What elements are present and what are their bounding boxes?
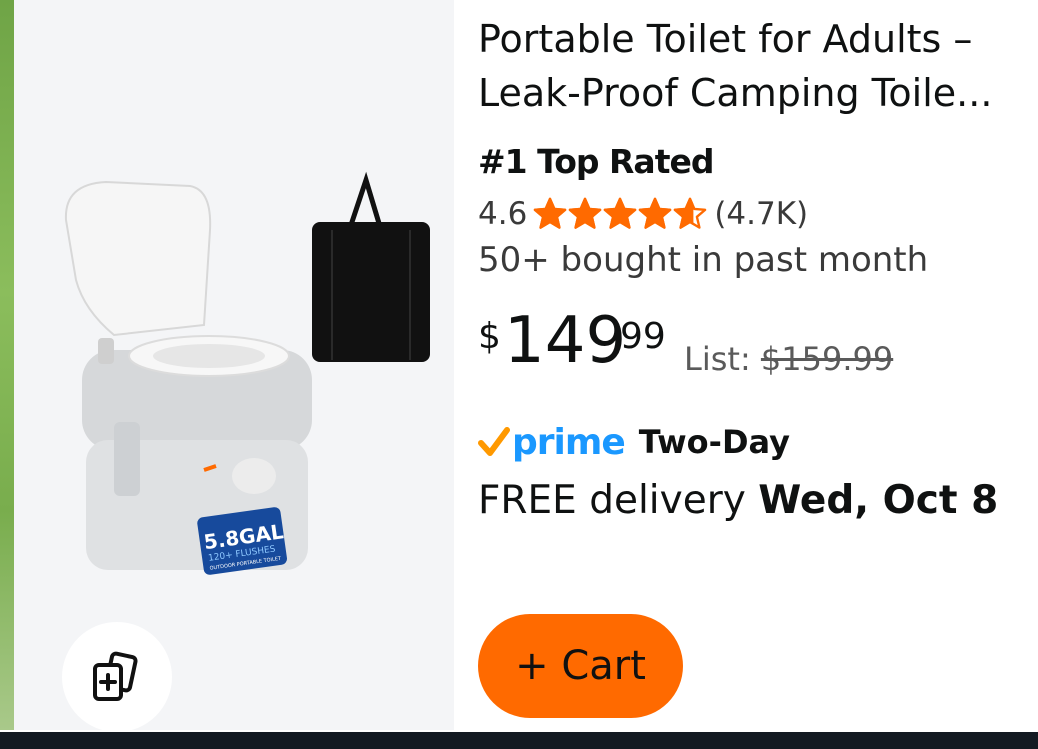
product-title-line-2: Leak-Proof Camping Toile... — [478, 71, 993, 115]
list-price-label: List: — [684, 340, 751, 378]
prime-logo: prime — [478, 421, 626, 463]
prime-check-icon — [478, 427, 510, 456]
prime-delivery-badge: prime Two-Day — [478, 414, 790, 470]
background-strip — [0, 0, 14, 730]
star-rating — [533, 197, 708, 231]
prime-speed: Two-Day — [638, 423, 790, 461]
prime-word: prime — [512, 421, 626, 463]
list-price: $159.99 — [760, 340, 894, 378]
product-image-panel[interactable]: 5.8GAL 120+ FLUSHES OUTDOOR PORTABLE TOI… — [14, 0, 454, 732]
list-price-row: List: $159.99 — [684, 340, 893, 378]
price-currency: $ — [478, 316, 501, 357]
product-title[interactable]: Portable Toilet for Adults – Leak-Proof … — [478, 12, 1038, 120]
bought-in-past-month: 50+ bought in past month — [478, 240, 929, 280]
star-icon — [674, 197, 707, 229]
price-whole: 149 — [504, 304, 627, 378]
compare-cards-icon — [93, 651, 138, 701]
top-rated-badge: #1 Top Rated — [478, 142, 714, 181]
compare-button[interactable] — [62, 622, 172, 732]
price-fraction: 99 — [620, 316, 666, 357]
review-count: (4.7K) — [714, 196, 809, 232]
rating-row[interactable]: 4.6 (4.7K) — [478, 194, 808, 234]
delivery-prefix: FREE delivery — [478, 478, 746, 523]
star-icon — [604, 197, 637, 229]
rating-value: 4.6 — [478, 196, 528, 232]
add-to-cart-button[interactable]: + Cart — [478, 614, 683, 718]
delivery-date: Wed, Oct 8 — [758, 478, 999, 523]
product-image[interactable]: 5.8GAL 120+ FLUSHES OUTDOOR PORTABLE TOI… — [54, 160, 454, 590]
star-icon — [534, 197, 567, 229]
star-icon — [569, 197, 602, 229]
product-title-line-1: Portable Toilet for Adults – — [478, 17, 973, 61]
delivery-info: FREE delivery Wed, Oct 8 — [478, 478, 998, 523]
bottom-navigation-bar — [0, 732, 1038, 749]
star-icon — [639, 197, 672, 229]
